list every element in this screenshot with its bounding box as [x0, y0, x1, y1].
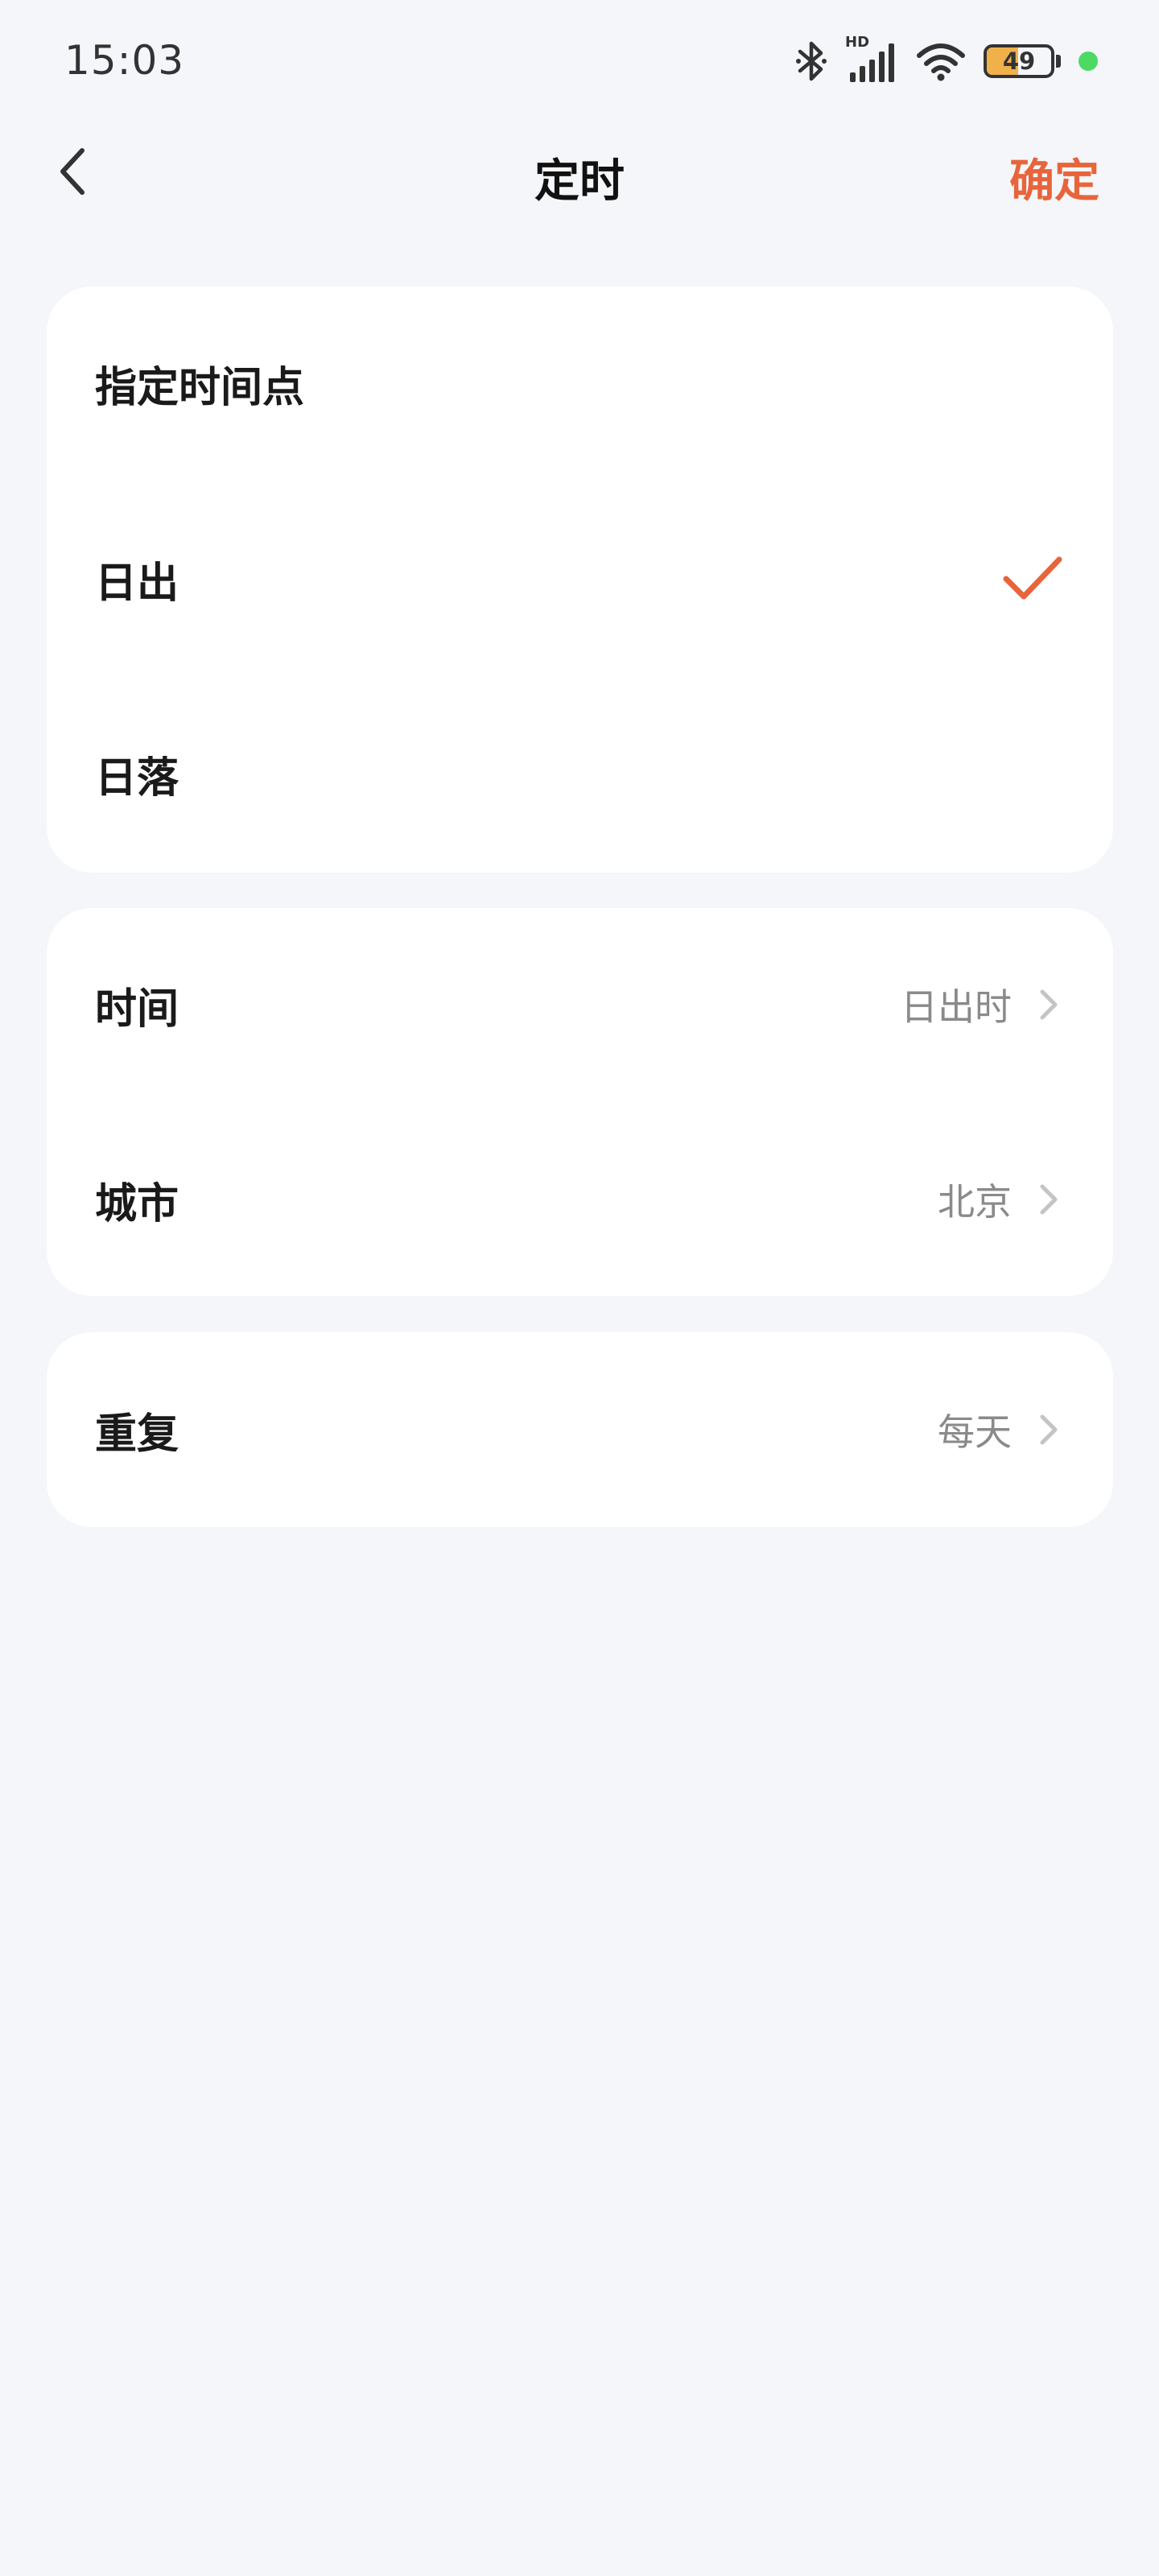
option-sunrise-label: 日出: [95, 559, 179, 608]
chevron-right-icon: [1033, 1414, 1065, 1446]
option-sunset[interactable]: 日落: [47, 677, 1113, 870]
time-label: 时间: [95, 985, 179, 1034]
battery-cap: [1056, 55, 1061, 68]
schedule-type-header: 指定时间点: [47, 287, 1113, 480]
repeat-value: 每天: [938, 1410, 1012, 1454]
schedule-type-card: 指定时间点 日出 日落: [47, 287, 1113, 873]
battery-level: 49: [1002, 47, 1036, 75]
signal-icon: HD: [845, 34, 898, 84]
repeat-label: 重复: [95, 1410, 179, 1459]
checkmark-icon: [1000, 547, 1065, 611]
active-dot: [1079, 52, 1098, 71]
option-sunrise[interactable]: 日出: [47, 482, 1113, 675]
repeat-row[interactable]: 重复 每天: [47, 1333, 1113, 1526]
city-value: 北京: [938, 1180, 1012, 1224]
wifi-icon: [916, 41, 966, 81]
nav-bar: 定时 确定: [0, 129, 1159, 217]
status-time: 15:03: [64, 37, 185, 84]
status-bar: 15:03 HD 49: [0, 0, 1159, 121]
city-row[interactable]: 城市 北京: [47, 1103, 1113, 1296]
page-title: 定时: [534, 155, 625, 208]
schedule-type-header-label: 指定时间点: [95, 363, 305, 412]
battery-icon: 49: [984, 44, 1054, 78]
time-value: 日出时: [901, 985, 1012, 1029]
time-city-card: 时间 日出时 城市 北京: [47, 908, 1113, 1296]
bluetooth-icon: [795, 39, 827, 84]
time-row[interactable]: 时间 日出时: [47, 908, 1113, 1101]
option-sunset-label: 日落: [95, 753, 179, 803]
city-label: 城市: [95, 1179, 179, 1228]
repeat-card: 重复 每天: [47, 1332, 1113, 1527]
chevron-right-icon: [1033, 989, 1065, 1021]
status-icons: HD 49: [795, 34, 1098, 85]
chevron-right-icon: [1033, 1183, 1065, 1216]
confirm-button[interactable]: 确定: [1009, 145, 1099, 210]
hd-label: HD: [845, 34, 870, 51]
